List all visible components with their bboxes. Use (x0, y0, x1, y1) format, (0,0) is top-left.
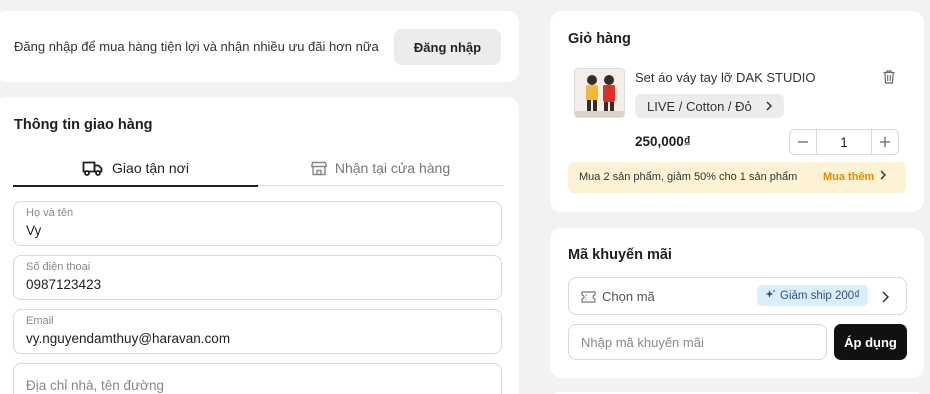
shipping-info-card: Thông tin giao hàng Giao tận nơi Nhận tạ… (0, 97, 519, 394)
login-button[interactable]: Đăng nhập (394, 29, 501, 65)
email-field-value: vy.nguyendamthuy@haravan.com (26, 331, 231, 346)
shipping-title: Thông tin giao hàng (14, 117, 153, 133)
ship-discount-badge: Giảm ship 200₫ (757, 285, 869, 306)
choose-coupon-button[interactable]: Chọn mã Giảm ship 200₫ (568, 277, 907, 315)
ticket-icon (581, 290, 596, 308)
tab-home-delivery-label: Giao tận nơi (112, 160, 189, 176)
ship-discount-label: Giảm ship 200₫ (780, 289, 861, 302)
tab-store-pickup-label: Nhận tại cửa hàng (334, 160, 451, 176)
variant-selector[interactable]: LIVE / Cotton / Đỏ (635, 94, 784, 118)
email-field-label: Email (26, 315, 54, 327)
login-card: Đăng nhập để mua hàng tiện lợi và nhận n… (0, 11, 519, 82)
name-field-value: Vy (26, 223, 42, 238)
chevron-right-icon (880, 170, 887, 183)
promo-text: Mua 2 sản phẩm, giảm 50% cho 1 sản phẩm (579, 171, 798, 183)
product-name[interactable]: Set áo váy tay lỡ DAK STUDIO (635, 70, 815, 85)
trash-icon[interactable] (883, 70, 895, 89)
coupon-code-input[interactable] (568, 324, 827, 360)
email-field[interactable]: Email vy.nguyendamthuy@haravan.com (13, 309, 502, 354)
product-price: 250,000₫ (635, 134, 691, 149)
product-image[interactable] (574, 68, 625, 118)
name-field[interactable]: Họ và tên Vy (13, 201, 502, 246)
address-field-placeholder: Địa chỉ nhà, tên đường (26, 378, 164, 393)
buy-more-label: Mua thêm (823, 170, 875, 183)
quantity-stepper: 1 (789, 129, 899, 155)
cart-title: Giỏ hàng (568, 31, 631, 47)
phone-field-value: 0987123423 (26, 277, 102, 292)
quantity-value[interactable]: 1 (816, 130, 872, 154)
tab-home-delivery[interactable]: Giao tận nơi (13, 151, 258, 187)
sparkle-icon (765, 289, 776, 303)
chevron-right-icon (766, 99, 772, 114)
increase-quantity-button[interactable] (872, 130, 898, 154)
phone-field-label: Số điện thoại (26, 261, 91, 273)
store-icon (310, 161, 327, 176)
decrease-quantity-button[interactable] (790, 130, 816, 154)
coupon-title: Mã khuyến mãi (568, 247, 672, 263)
truck-icon (82, 160, 104, 176)
name-field-label: Họ và tên (26, 207, 74, 219)
coupon-card: Mã khuyến mãi Chọn mã Giảm ship 200₫ Áp … (550, 228, 924, 378)
chevron-right-icon (882, 290, 890, 308)
choose-coupon-label: Chọn mã (602, 289, 655, 304)
address-field[interactable]: Địa chỉ nhà, tên đường (13, 363, 502, 394)
apply-coupon-button[interactable]: Áp dụng (834, 324, 907, 360)
login-prompt: Đăng nhập để mua hàng tiện lợi và nhận n… (14, 39, 379, 54)
buy-more-link[interactable]: Mua thêm (823, 170, 887, 183)
variant-label: LIVE / Cotton / Đỏ (647, 98, 752, 114)
cart-card: Giỏ hàng Set áo váy tay lỡ DAK STUDIO LI… (550, 11, 924, 212)
promo-banner: Mua 2 sản phẩm, giảm 50% cho 1 sản phẩm … (568, 162, 906, 193)
phone-field[interactable]: Số điện thoại 0987123423 (13, 255, 502, 300)
tab-store-pickup[interactable]: Nhận tại cửa hàng (258, 151, 503, 186)
